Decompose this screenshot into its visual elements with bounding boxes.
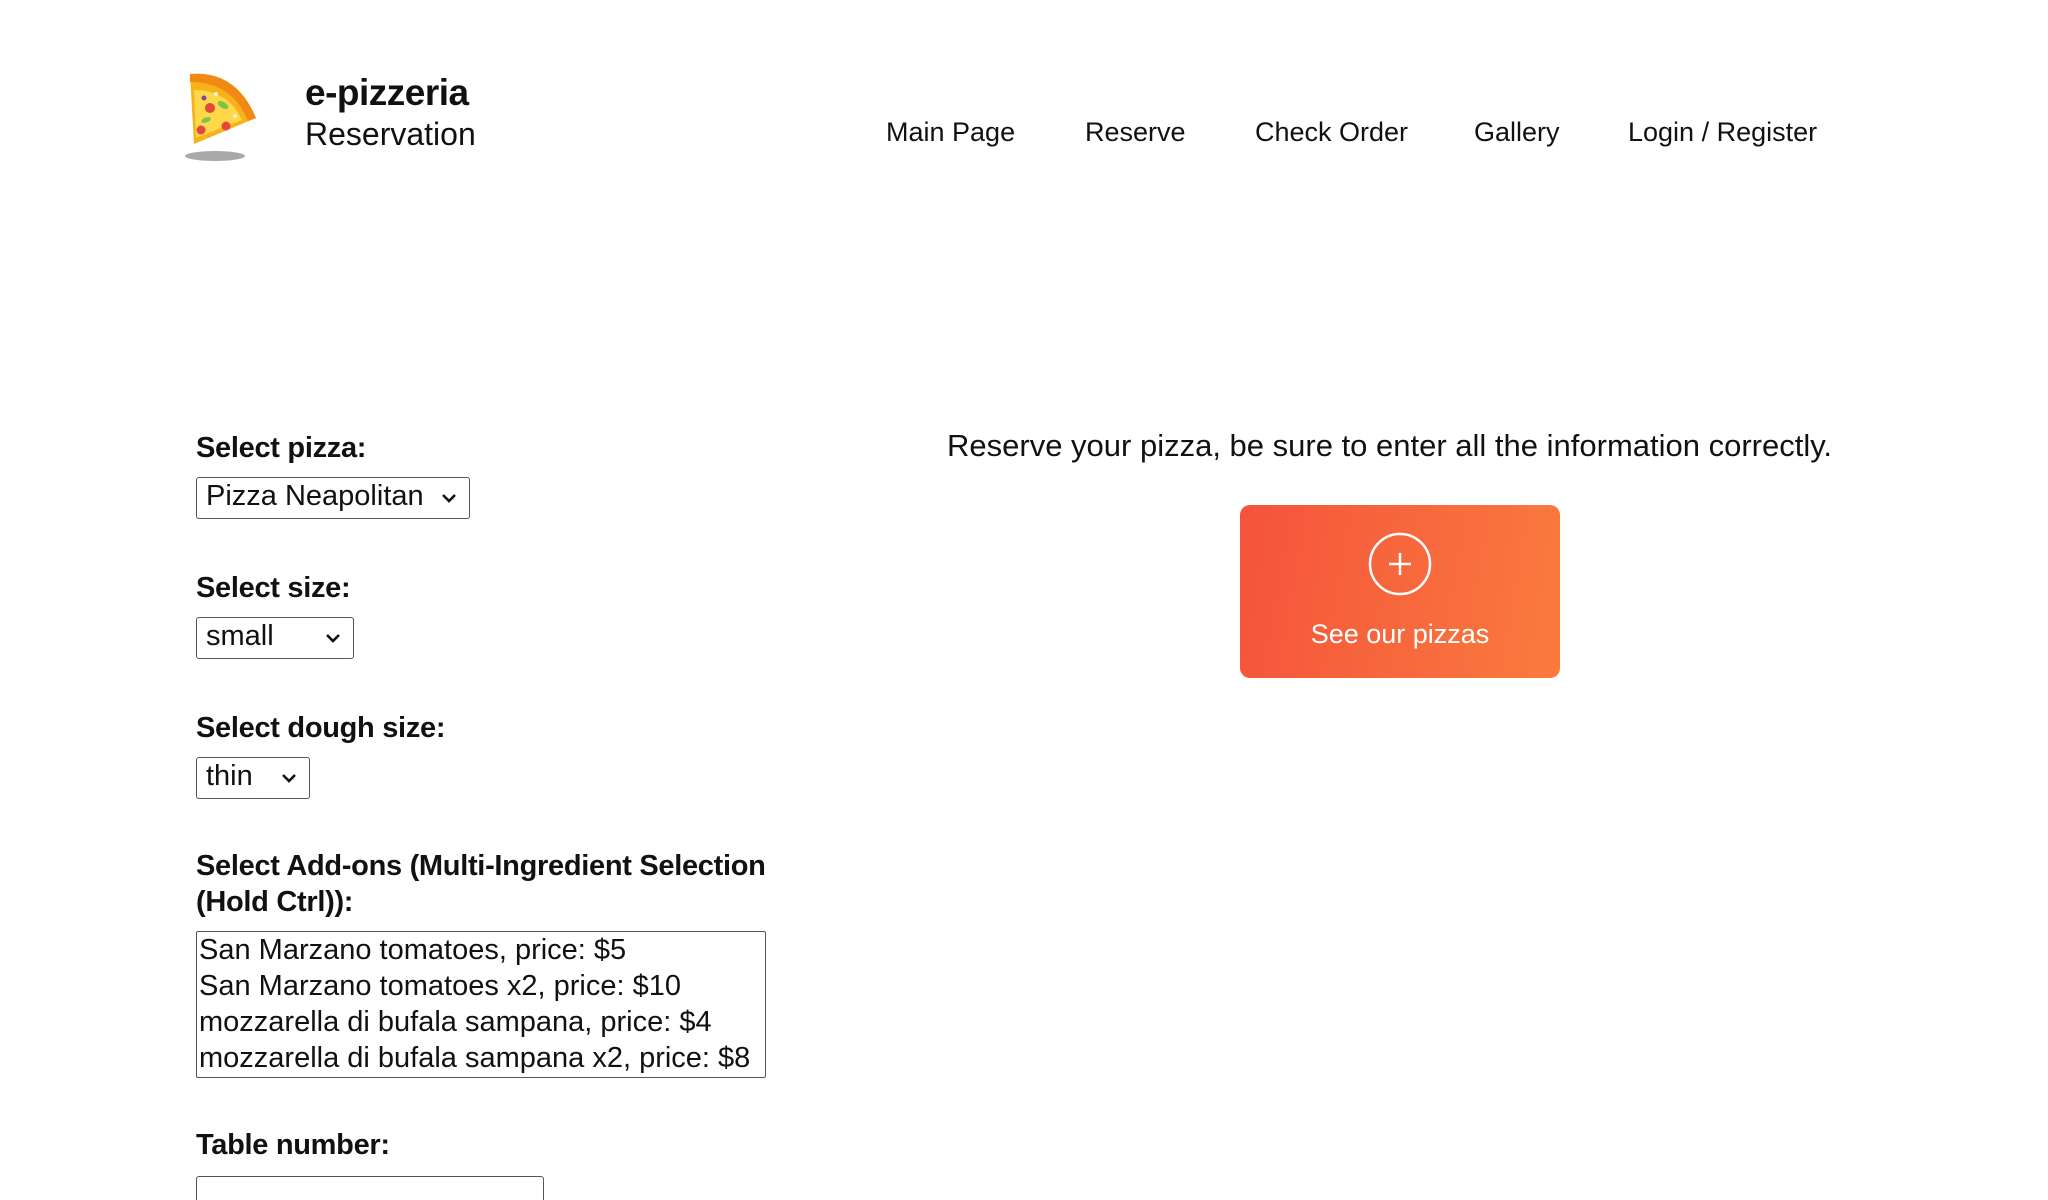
table-number-label: Table number: — [196, 1129, 390, 1161]
brand-title: e-pizzeria — [305, 72, 469, 113]
pizza-slice-icon[interactable] — [178, 68, 260, 164]
see-pizzas-label: See our pizzas — [1310, 619, 1490, 649]
addons-label-line2: (Hold Ctrl)): — [196, 886, 354, 918]
addon-option[interactable]: San Marzano tomatoes x2, price: $10 — [199, 968, 681, 1004]
addons-multiselect[interactable]: San Marzano tomatoes, price: $5 San Marz… — [196, 931, 766, 1078]
nav-main-page[interactable]: Main Page — [886, 117, 1015, 148]
intro-text: Reserve your pizza, be sure to enter all… — [947, 428, 1833, 463]
pizza-select[interactable]: Pizza Neapolitan — [196, 477, 470, 519]
pizza-label: Select pizza: — [196, 432, 367, 464]
see-pizzas-button[interactable]: See our pizzas — [1240, 505, 1560, 678]
chevron-down-icon — [326, 634, 340, 643]
nav-gallery[interactable]: Gallery — [1474, 117, 1560, 148]
addon-option[interactable]: mozzarella di bufala sampana x2, price: … — [199, 1040, 750, 1076]
chevron-down-icon — [282, 774, 296, 783]
brand-subtitle: Reservation — [305, 116, 476, 152]
dough-select-value: thin — [206, 760, 253, 792]
addon-option[interactable]: mozzarella di bufala sampana, price: $4 — [199, 1004, 712, 1040]
nav-check-order[interactable]: Check Order — [1255, 117, 1408, 148]
size-label: Select size: — [196, 572, 351, 604]
addons-label-line1: Select Add-ons (Multi-Ingredient Selecti… — [196, 850, 766, 882]
page: e-pizzeria Reservation Main Page Reserve… — [0, 0, 2048, 1200]
chevron-down-icon — [442, 494, 456, 503]
plus-circle-icon — [1368, 532, 1432, 596]
dough-select[interactable]: thin — [196, 757, 310, 799]
nav-reserve[interactable]: Reserve — [1085, 117, 1186, 148]
size-select-value: small — [206, 620, 274, 652]
dough-label: Select dough size: — [196, 712, 446, 744]
addon-option[interactable]: San Marzano tomatoes, price: $5 — [199, 932, 626, 968]
nav-login-register[interactable]: Login / Register — [1628, 117, 1817, 148]
size-select[interactable]: small — [196, 617, 354, 659]
table-number-input[interactable] — [196, 1176, 544, 1200]
pizza-select-value: Pizza Neapolitan — [206, 480, 424, 512]
